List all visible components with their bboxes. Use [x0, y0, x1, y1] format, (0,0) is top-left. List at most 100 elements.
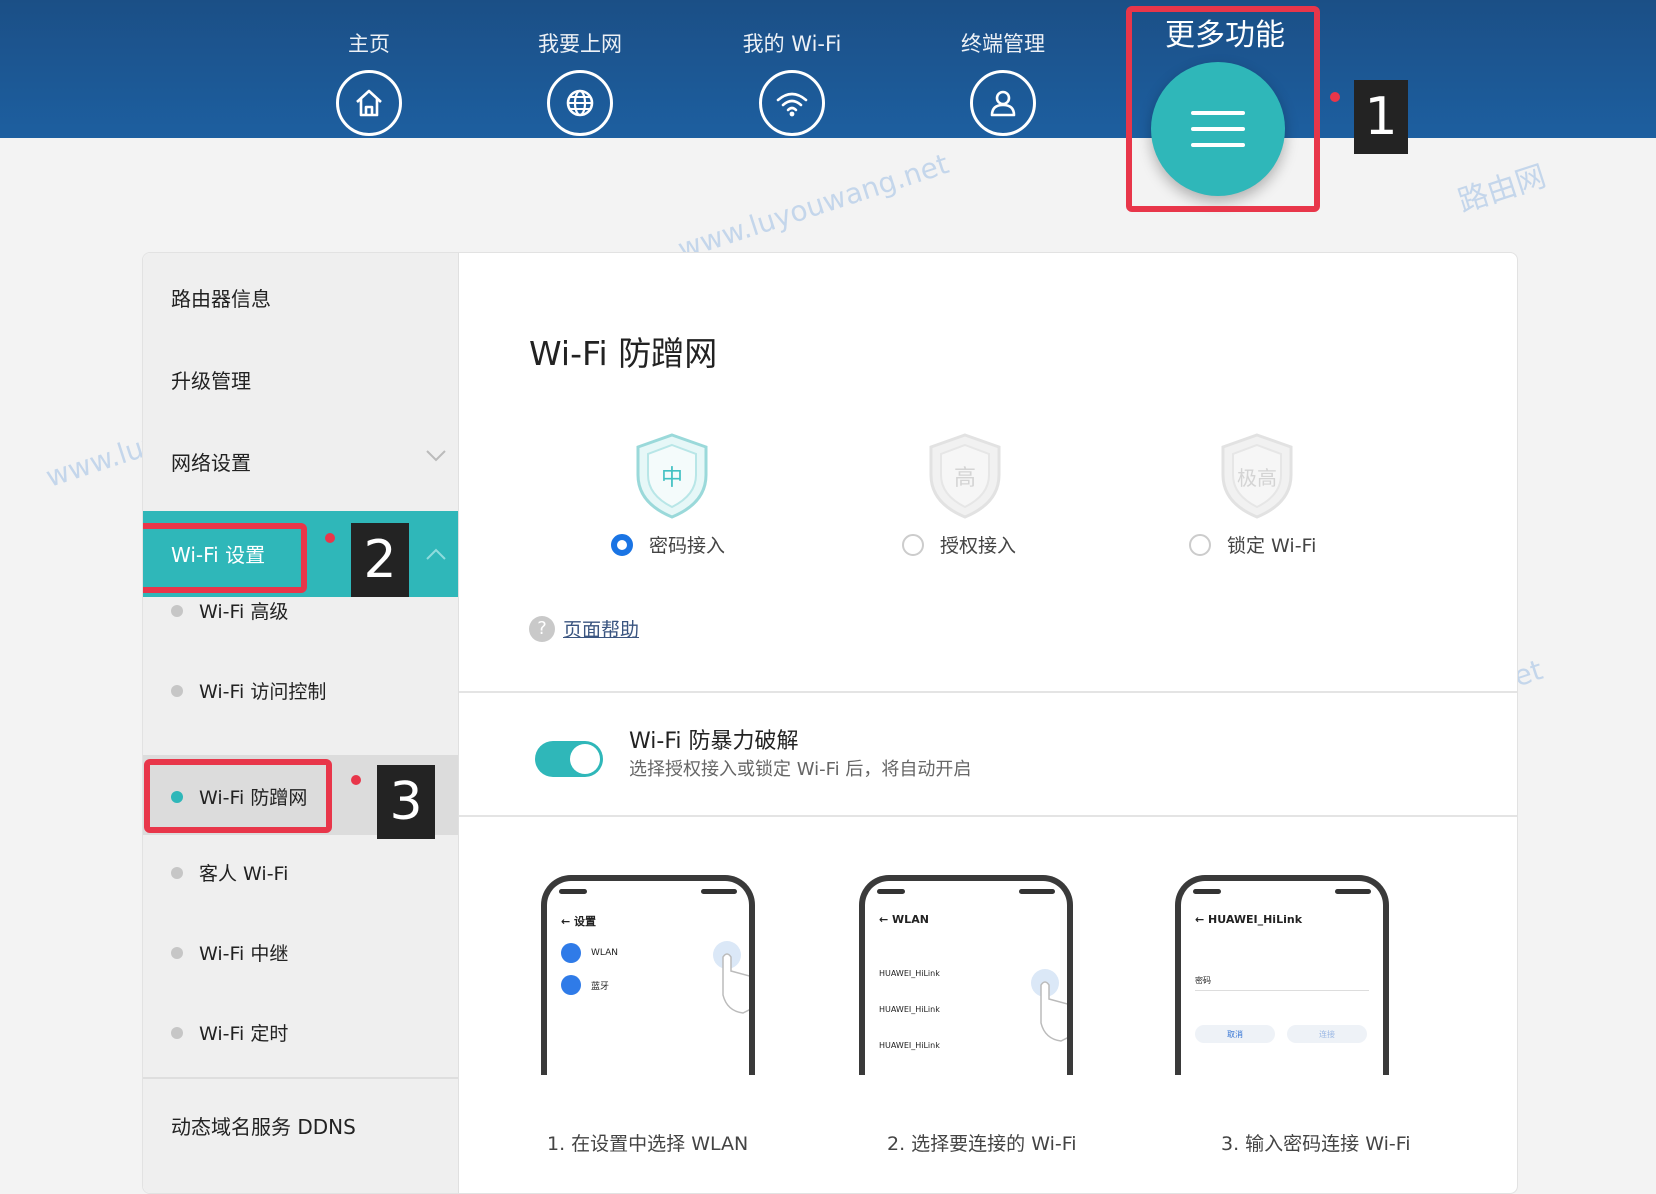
shield-medium-icon: 中: [636, 433, 708, 519]
annotation-number-3: 3: [377, 765, 435, 839]
phone-illustration-wlan: ← WLAN HUAWEI_HiLink HUAWEI_HiLink HUAWE…: [859, 875, 1073, 1075]
radio-label: 锁定 Wi-Fi: [1227, 535, 1317, 557]
annotation-box-1: [1126, 6, 1320, 212]
nav-home-label: 主页: [348, 32, 390, 56]
phone-row-label: HUAWEI_HiLink: [879, 969, 940, 978]
sidebar-item-router-info[interactable]: 路由器信息: [171, 283, 271, 312]
phone-row-label: HUAWEI_HiLink: [879, 1041, 940, 1050]
radio-circle[interactable]: [902, 533, 924, 556]
bullet-dot: [171, 684, 183, 697]
bluetooth-icon: [561, 975, 581, 995]
sidebar-subitem-label: Wi-Fi 中继: [199, 943, 289, 965]
phone-screen-title-text: WLAN: [892, 913, 929, 926]
phone-screen-title-text: HUAWEI_HiLink: [1208, 913, 1303, 926]
annotation-dot-1: [1330, 92, 1340, 102]
phone-illustration-password: ← HUAWEI_HiLink 密码 取消 连接: [1175, 875, 1389, 1075]
section-divider: [459, 815, 1517, 817]
chevron-down-icon: [426, 450, 446, 462]
step-caption-2: 2. 选择要连接的 Wi-Fi: [887, 1133, 1077, 1155]
toggle-knob: [570, 744, 600, 774]
sidebar-subitem-wifi-access-control[interactable]: Wi-Fi 访问控制: [171, 677, 326, 704]
phone-row-label: HUAWEI_HiLink: [879, 1005, 940, 1014]
nav-home[interactable]: 主页: [294, 28, 444, 136]
phone-row-label: 密码: [1195, 976, 1211, 985]
phone-screen-title-text: 设置: [574, 915, 597, 928]
radio-label: 密码接入: [649, 535, 726, 557]
tap-hand-icon: [713, 941, 749, 1014]
nav-devices-label: 终端管理: [961, 32, 1045, 56]
help-question-icon: ?: [529, 615, 555, 642]
sidebar-subitem-wifi-timer[interactable]: Wi-Fi 定时: [171, 1019, 288, 1046]
brute-force-toggle[interactable]: [535, 741, 603, 777]
radio-password-access[interactable]: 密码接入: [611, 531, 725, 558]
sidebar-subitem-guest-wifi[interactable]: 客人 Wi-Fi: [171, 859, 288, 886]
brute-force-description: 选择授权接入或锁定 Wi-Fi 后，将自动开启: [629, 759, 972, 780]
nav-devices[interactable]: 终端管理: [928, 28, 1078, 136]
settings-panel: 路由器信息 升级管理 网络设置 Wi-Fi 设置 Wi-Fi 高级 Wi-Fi …: [142, 252, 1518, 1194]
phone-row: 密码: [1195, 975, 1369, 991]
annotation-number-1: 1: [1354, 80, 1408, 154]
page-title: Wi-Fi 防蹭网: [529, 334, 718, 373]
sidebar-item-ddns[interactable]: 动态域名服务 DDNS: [171, 1111, 356, 1140]
chevron-up-icon: [426, 548, 446, 560]
step-caption-1: 1. 在设置中选择 WLAN: [547, 1133, 749, 1155]
sidebar: 路由器信息 升级管理 网络设置 Wi-Fi 设置 Wi-Fi 高级 Wi-Fi …: [143, 253, 459, 1193]
sidebar-subitem-wifi-advanced[interactable]: Wi-Fi 高级: [171, 597, 288, 624]
nav-internet[interactable]: 我要上网: [505, 28, 655, 136]
sidebar-subitem-label: Wi-Fi 定时: [199, 1023, 289, 1045]
sidebar-subitem-label: 客人 Wi-Fi: [199, 863, 289, 885]
radio-lock-wifi[interactable]: 锁定 Wi-Fi: [1189, 531, 1316, 558]
sidebar-item-upgrade[interactable]: 升级管理: [171, 365, 251, 394]
phone-row-label: 蓝牙: [591, 981, 610, 992]
sidebar-subitem-label: Wi-Fi 高级: [199, 601, 289, 623]
sidebar-divider: [143, 1077, 458, 1079]
nav-internet-label: 我要上网: [538, 32, 622, 56]
radio-authorized-access[interactable]: 授权接入: [902, 531, 1016, 558]
annotation-dot-3: [351, 775, 361, 785]
page-help-label: 页面帮助: [563, 619, 640, 641]
shield-high-label: 高: [954, 466, 976, 491]
bullet-dot: [171, 604, 183, 617]
phone-status-bar: [559, 889, 737, 899]
page-help-link[interactable]: ? 页面帮助: [529, 615, 639, 642]
sidebar-subitem-wifi-repeater[interactable]: Wi-Fi 中继: [171, 939, 288, 966]
section-divider: [459, 691, 1517, 693]
annotation-box-3: [144, 759, 332, 833]
wlan-icon: [561, 943, 581, 963]
sidebar-item-network[interactable]: 网络设置: [171, 447, 251, 476]
radio-circle[interactable]: [1189, 533, 1211, 556]
phone-screen-title: ← 设置: [561, 915, 597, 928]
annotation-box-2: [143, 523, 307, 593]
brute-force-title: Wi-Fi 防暴力破解: [629, 729, 799, 754]
tap-hand-icon: [1031, 969, 1067, 1042]
sidebar-subitem-label: Wi-Fi 访问控制: [199, 681, 327, 703]
radio-label: 授权接入: [940, 535, 1017, 557]
bullet-dot: [171, 1026, 183, 1039]
shield-very-high-icon: 极高: [1221, 433, 1293, 519]
user-icon: [970, 70, 1036, 136]
watermark-logo-text: 路由网: [1453, 158, 1551, 220]
nav-my-wifi[interactable]: 我的 Wi-Fi: [717, 28, 867, 136]
phone-connect-button: 连接: [1287, 1025, 1367, 1043]
annotation-number-2: 2: [351, 523, 409, 597]
shield-high-icon: 高: [929, 433, 1001, 519]
radio-circle-selected[interactable]: [611, 533, 633, 556]
phone-status-bar: [1193, 889, 1371, 899]
annotation-dot-2: [325, 533, 335, 543]
bullet-dot: [171, 866, 183, 879]
shield-medium-label: 中: [661, 466, 683, 491]
home-icon: [336, 70, 402, 136]
bullet-dot: [171, 946, 183, 959]
watermark-text: www.luyouwang.net: [673, 147, 953, 266]
nav-my-wifi-label: 我的 Wi-Fi: [742, 32, 842, 56]
shield-very-high-label: 极高: [1237, 466, 1277, 490]
phone-cancel-button: 取消: [1195, 1025, 1275, 1043]
step-caption-3: 3. 输入密码连接 Wi-Fi: [1221, 1133, 1411, 1155]
phone-screen-title: ← HUAWEI_HiLink: [1195, 913, 1303, 926]
phone-row-label: WLAN: [591, 948, 619, 958]
phone-status-bar: [877, 889, 1055, 899]
phone-illustration-settings: ← 设置 WLAN 蓝牙: [541, 875, 755, 1075]
wifi-icon: [759, 70, 825, 136]
globe-icon: [547, 70, 613, 136]
phone-screen-title: ← WLAN: [879, 913, 929, 926]
